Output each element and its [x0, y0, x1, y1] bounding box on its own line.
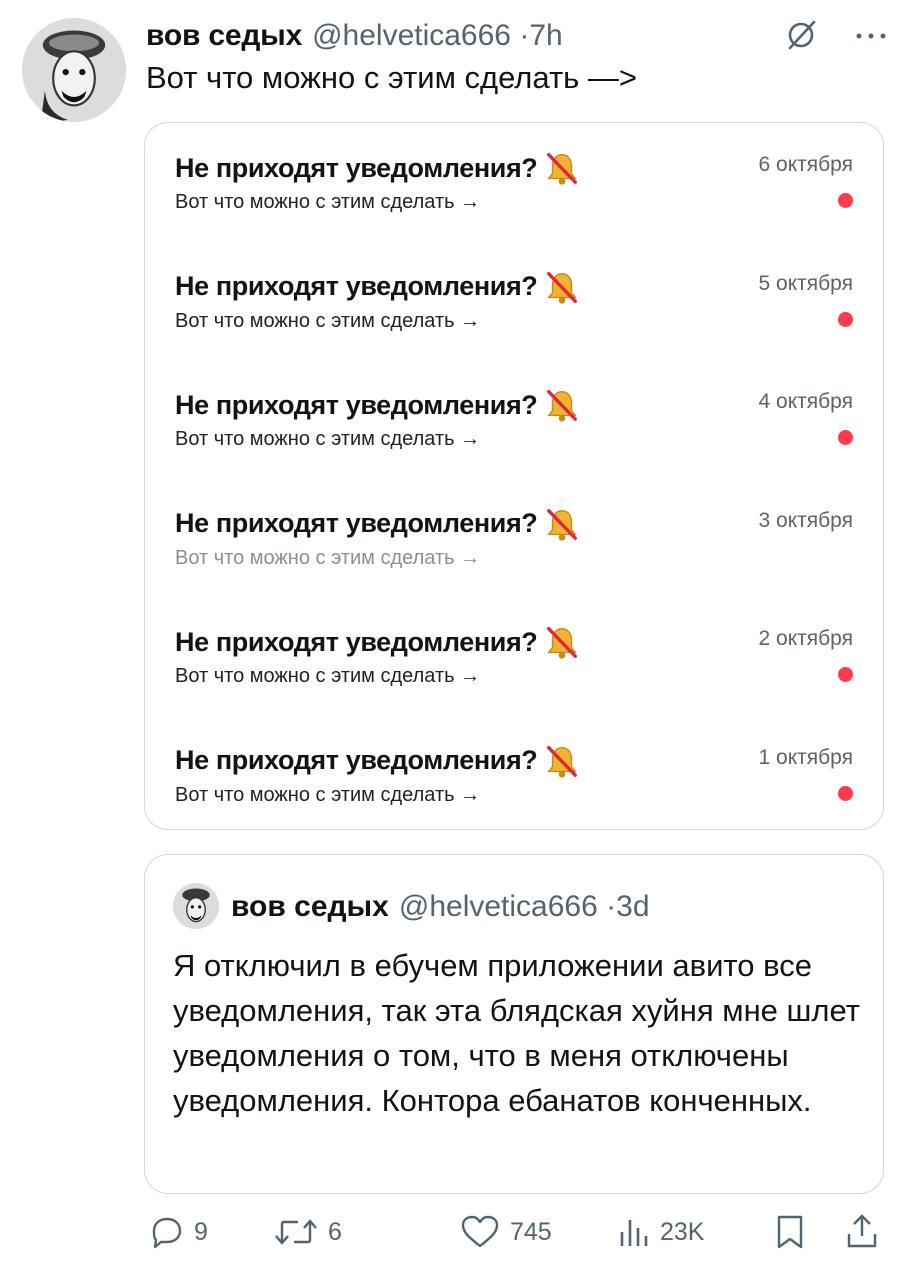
- author-name[interactable]: вов седых: [146, 19, 302, 53]
- quoted-separator: ·: [606, 890, 617, 923]
- notification-item: Не приходят уведомления? Вот что можно с …: [175, 386, 853, 466]
- notification-date: 2 октября: [758, 627, 853, 650]
- unread-dot: [838, 785, 853, 801]
- unread-dot: [838, 430, 853, 445]
- notification-subtitle: Вот что можно с этим сделать →: [175, 665, 481, 687]
- notification-item: Не приходят уведомления? Вот что можно с …: [175, 742, 853, 822]
- muted-bell-icon: [543, 742, 581, 780]
- notification-date: 6 октября: [758, 153, 853, 176]
- reply-button[interactable]: 9: [146, 1210, 208, 1254]
- views-button[interactable]: 23K: [616, 1210, 704, 1254]
- notification-title: Не приходят уведомления?: [175, 742, 581, 780]
- quoted-time: 3d: [616, 890, 650, 923]
- header-icons: [784, 18, 888, 57]
- quoted-handle-text: @helvetica666: [398, 890, 598, 923]
- tweet-time[interactable]: 7h: [529, 19, 562, 52]
- muted-bell-icon: [543, 149, 581, 187]
- muted-bell-icon: [543, 386, 581, 424]
- bookmark-button[interactable]: [772, 1210, 808, 1254]
- more-icon[interactable]: [854, 29, 888, 47]
- notification-title: Не приходят уведомления?: [175, 623, 581, 661]
- retweet-icon: [275, 1219, 317, 1245]
- notification-title-text: Не приходят уведомления?: [175, 389, 538, 420]
- unread-dot: [838, 311, 853, 327]
- notification-title-text: Не приходят уведомления?: [175, 271, 538, 301]
- tweet-text: Вот что можно с этим сделать —>: [146, 60, 638, 95]
- share-button[interactable]: [844, 1210, 880, 1254]
- quoted-text: Я отключил в ебучем приложении авито все…: [173, 948, 860, 1118]
- bookmark-icon: [777, 1215, 803, 1249]
- notification-date: 4 октября: [758, 390, 853, 413]
- notification-title: Не приходят уведомления?: [175, 386, 581, 424]
- notification-title: Не приходят уведомления?: [175, 268, 581, 306]
- notification-title: Не приходят уведомления?: [175, 505, 581, 543]
- action-bar: 9 6 745 23K: [144, 1210, 884, 1254]
- notification-subtitle: Вот что можно с этим сделать →: [175, 783, 481, 806]
- notification-title: Не приходят уведомления?: [175, 149, 581, 187]
- notification-item: Не приходят уведомления? Вот что можно с …: [175, 505, 853, 585]
- muted-bell-icon: [543, 505, 581, 543]
- like-count: 745: [510, 1217, 552, 1246]
- notification-item: Не приходят уведомления? Вот что можно с …: [175, 149, 853, 229]
- reply-icon: [152, 1217, 182, 1249]
- notification-date: 5 октября: [758, 271, 853, 295]
- retweet-button[interactable]: 6: [272, 1210, 342, 1254]
- notification-subtitle: Вот что можно с этим сделать →: [175, 428, 481, 450]
- quoted-header: вов седых @helvetica666 ·3d: [231, 885, 650, 929]
- quoted-author-avatar: [173, 883, 219, 929]
- reply-count: 9: [194, 1217, 208, 1246]
- author-handle[interactable]: @helvetica666 ·7h: [312, 19, 563, 53]
- author-avatar[interactable]: [22, 18, 126, 122]
- notification-item: Не приходят уведомления? Вот что можно с …: [175, 623, 853, 703]
- attached-image[interactable]: Не приходят уведомления? Вот что можно с …: [144, 122, 884, 830]
- views-count: 23K: [660, 1217, 705, 1246]
- notification-title-text: Не приходят уведомления?: [175, 152, 538, 183]
- notification-item: Не приходят уведомления? Вот что можно с …: [175, 268, 853, 348]
- grok-icon[interactable]: [784, 18, 818, 57]
- notification-title-text: Не приходят уведомления?: [175, 508, 538, 538]
- handle-text: @helvetica666: [312, 19, 511, 52]
- muted-bell-icon: [543, 268, 581, 306]
- notification-date: 1 октября: [758, 745, 853, 769]
- retweet-count: 6: [328, 1217, 342, 1246]
- unread-dot: [838, 193, 853, 208]
- heart-icon: [461, 1215, 499, 1248]
- tweet-header: вов седых @helvetica666 ·7h: [146, 14, 888, 58]
- like-button[interactable]: 745: [458, 1210, 552, 1254]
- quoted-author-handle: @helvetica666 ·3d: [399, 890, 650, 924]
- unread-dot: [838, 667, 853, 682]
- quoted-tweet[interactable]: вов седых @helvetica666 ·3d Я отключил в…: [144, 854, 884, 1194]
- notification-subtitle: Вот что можно с этим сделать →: [175, 546, 481, 569]
- quoted-author-name: вов седых: [231, 890, 389, 923]
- notification-subtitle: Вот что можно с этим сделать →: [175, 309, 481, 332]
- views-icon: [620, 1220, 648, 1246]
- notification-date: 3 октября: [758, 508, 853, 532]
- notification-title-text: Не приходят уведомления?: [175, 626, 538, 657]
- handle-separator: ·: [519, 19, 530, 52]
- notification-title-text: Не приходят уведомления?: [175, 745, 538, 775]
- muted-bell-icon: [543, 623, 581, 661]
- share-icon: [847, 1214, 877, 1248]
- notification-subtitle: Вот что можно с этим сделать →: [175, 191, 481, 213]
